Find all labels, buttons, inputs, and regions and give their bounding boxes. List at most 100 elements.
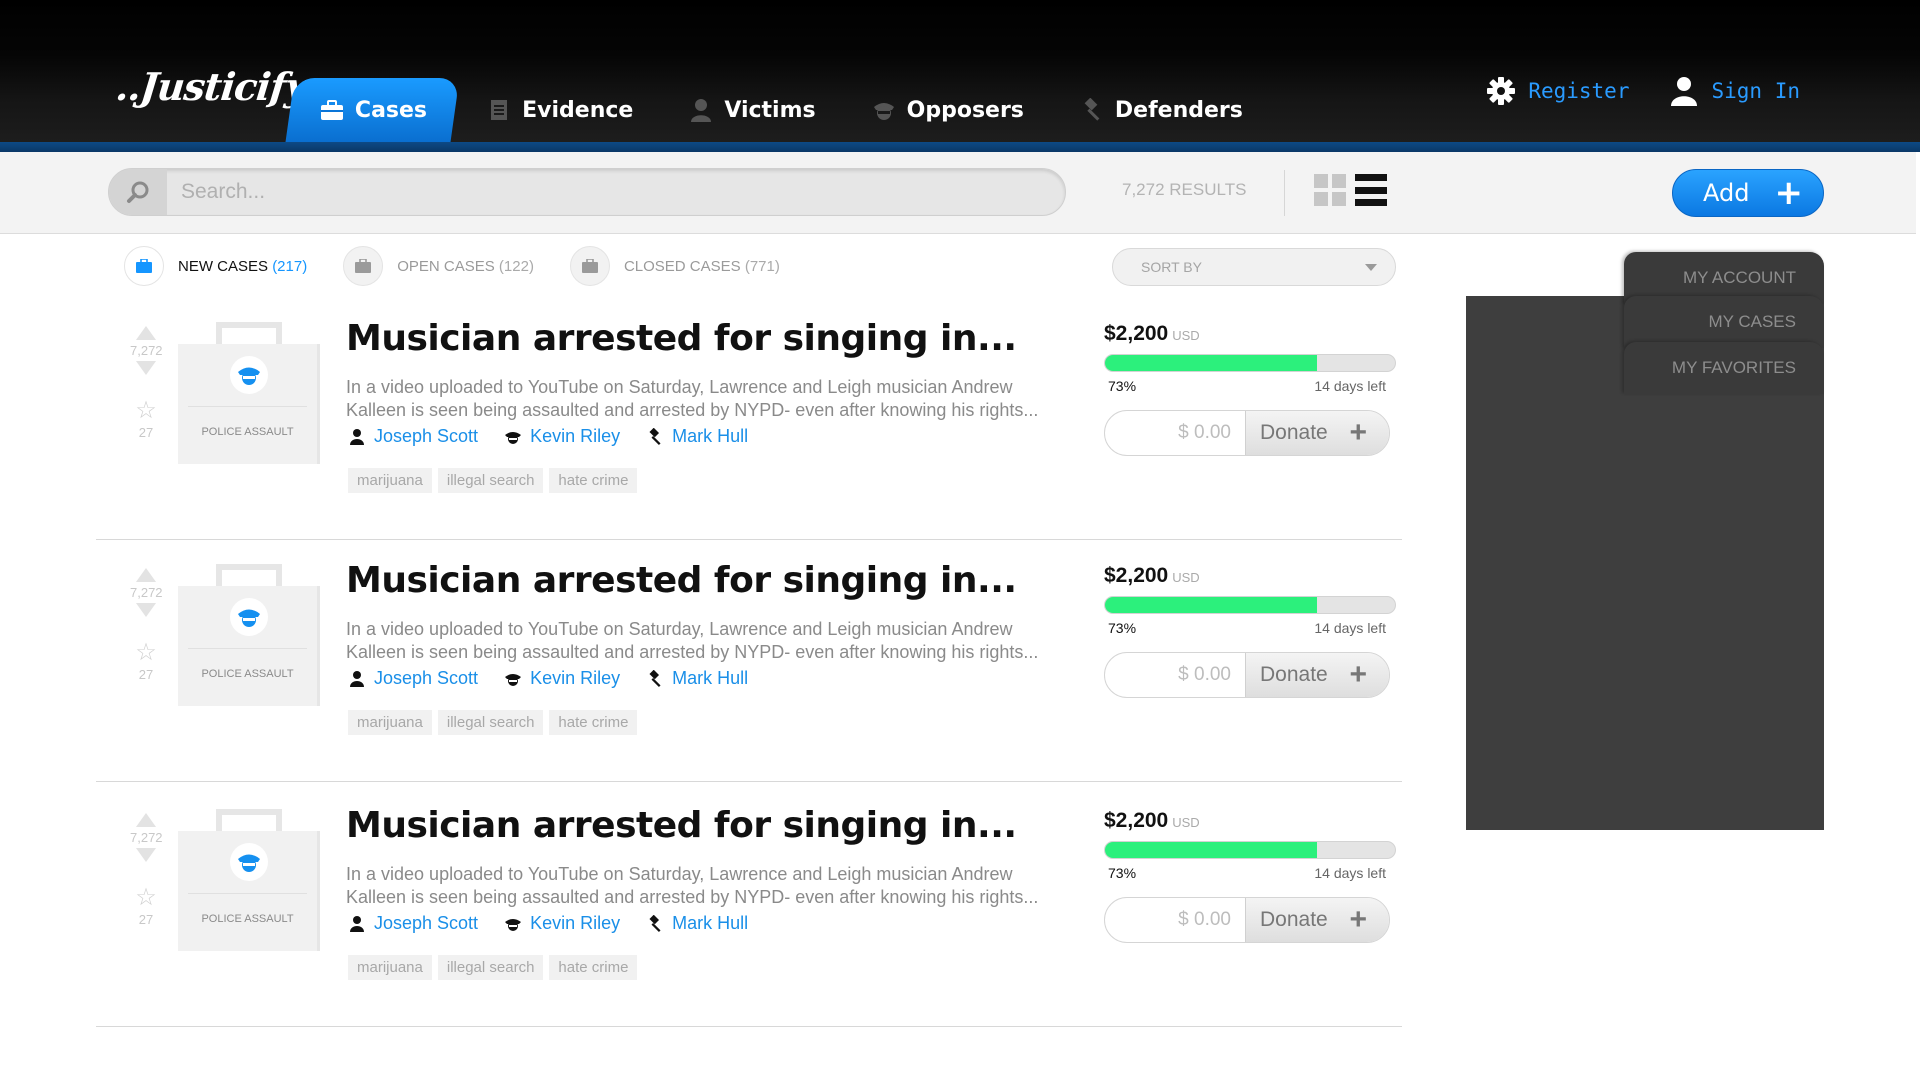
add-button[interactable]: Add +: [1672, 169, 1824, 217]
police-icon: [230, 356, 268, 394]
case-thumbnail[interactable]: POLICE ASSAULT: [178, 322, 320, 464]
nav-tab-opposers[interactable]: Opposers: [844, 78, 1052, 142]
progress-percent: 73%: [1108, 378, 1137, 394]
tag[interactable]: marijuana: [348, 955, 432, 980]
tag[interactable]: hate crime: [549, 710, 638, 735]
nav-tab-label: Opposers: [906, 97, 1024, 123]
defender-link[interactable]: Mark Hull: [646, 668, 748, 689]
tab-my-cases[interactable]: MY CASES: [1624, 296, 1824, 348]
briefcase-icon: [343, 246, 384, 286]
defender-name: Mark Hull: [672, 913, 749, 933]
downvote-arrow-icon[interactable]: [136, 848, 156, 862]
donate-group: Donate +: [1104, 652, 1390, 698]
tag[interactable]: marijuana: [348, 710, 432, 735]
case-people: Joseph Scott Kevin Riley Mark Hull: [348, 426, 748, 447]
add-label: Add: [1703, 179, 1750, 207]
sign-in-link[interactable]: Sign In: [1669, 76, 1800, 106]
opposer-link[interactable]: Kevin Riley: [504, 426, 620, 447]
filter-label: CLOSED CASES: [623, 257, 741, 275]
nav-tab-victims[interactable]: Victims: [661, 78, 843, 142]
star-icon[interactable]: ☆: [130, 886, 162, 910]
tag[interactable]: illegal search: [437, 710, 544, 735]
panel-tab-label: MY FAVORITES: [1671, 358, 1796, 377]
donate-group: Donate +: [1104, 897, 1390, 943]
funding-amount: $2,200 USD: [1104, 564, 1398, 588]
tag[interactable]: marijuana: [348, 468, 432, 493]
star-icon[interactable]: ☆: [130, 641, 162, 665]
star-icon[interactable]: ☆: [130, 399, 162, 423]
case-title[interactable]: Musician arrested for singing in...: [346, 805, 1017, 846]
police-icon: [504, 670, 522, 688]
case-tags: marijuana illegal search hate crime: [348, 710, 638, 735]
sort-label: SORT BY: [1141, 259, 1202, 275]
list-view-icon[interactable]: [1355, 174, 1387, 206]
filter-open-cases[interactable]: OPEN CASES (122): [343, 246, 534, 286]
opposer-name: Kevin Riley: [530, 426, 621, 446]
thumbnail-body: POLICE ASSAULT: [178, 344, 320, 464]
nav-tab-cases[interactable]: Cases: [285, 78, 460, 142]
progress-info: 73% 14 days left: [1104, 865, 1398, 881]
tag[interactable]: hate crime: [549, 955, 638, 980]
nav-tab-defenders[interactable]: Defenders: [1052, 78, 1271, 142]
upvote-arrow-icon[interactable]: [136, 813, 156, 827]
donate-button[interactable]: Donate +: [1245, 898, 1389, 942]
police-icon: [230, 598, 268, 636]
downvote-arrow-icon[interactable]: [136, 603, 156, 617]
days-left: 14 days left: [1314, 865, 1386, 881]
briefcase-icon: [320, 98, 344, 122]
gavel-icon: [1080, 98, 1104, 122]
victim-link[interactable]: Joseph Scott: [348, 668, 478, 689]
donate-button[interactable]: Donate +: [1245, 411, 1389, 455]
tag[interactable]: illegal search: [437, 468, 544, 493]
donation-amount-input[interactable]: [1105, 898, 1245, 942]
case-thumbnail[interactable]: POLICE ASSAULT: [178, 564, 320, 706]
amount-value: $2,200: [1104, 809, 1169, 832]
register-label: Register: [1528, 79, 1630, 103]
opposer-link[interactable]: Kevin Riley: [504, 668, 620, 689]
donate-button[interactable]: Donate +: [1245, 653, 1389, 697]
search-icon[interactable]: [109, 169, 167, 215]
donate-group: Donate +: [1104, 410, 1390, 456]
defender-link[interactable]: Mark Hull: [646, 913, 748, 934]
downvote-arrow-icon[interactable]: [136, 361, 156, 375]
search-input[interactable]: [167, 169, 1065, 215]
progress-info: 73% 14 days left: [1104, 378, 1398, 394]
tag[interactable]: hate crime: [549, 468, 638, 493]
document-icon: [487, 98, 511, 122]
briefcase-icon: [569, 246, 610, 286]
filter-new-cases[interactable]: NEW CASES (217): [124, 246, 307, 286]
nav-tab-evidence[interactable]: Evidence: [459, 78, 661, 142]
gavel-icon: [646, 914, 664, 933]
progress-fill: [1105, 355, 1317, 371]
grid-view-icon[interactable]: [1314, 174, 1346, 206]
divider: [188, 648, 307, 649]
case-thumbnail[interactable]: POLICE ASSAULT: [178, 809, 320, 951]
sort-by-dropdown[interactable]: SORT BY: [1112, 248, 1396, 286]
plus-icon: +: [1349, 658, 1367, 691]
upvote-arrow-icon[interactable]: [136, 568, 156, 582]
case-title[interactable]: Musician arrested for singing in...: [346, 560, 1017, 601]
currency: USD: [1172, 328, 1200, 343]
case-filters: NEW CASES (217) OPEN CASES (122) CLOSED …: [124, 246, 780, 286]
opposer-link[interactable]: Kevin Riley: [504, 913, 620, 934]
briefcase-icon: [124, 246, 164, 286]
vote-widget: 7,272 ☆ 27: [130, 813, 163, 927]
register-link[interactable]: Register: [1486, 76, 1629, 106]
donation-amount-input[interactable]: [1105, 653, 1245, 697]
tab-my-favorites[interactable]: MY FAVORITES: [1624, 342, 1824, 394]
victim-link[interactable]: Joseph Scott: [348, 426, 478, 447]
progress-fill: [1105, 842, 1317, 858]
case-category: POLICE ASSAULT: [201, 426, 294, 438]
case-people: Joseph Scott Kevin Riley Mark Hull: [348, 913, 748, 934]
case-category: POLICE ASSAULT: [201, 668, 294, 680]
tag[interactable]: illegal search: [437, 955, 544, 980]
upvote-arrow-icon[interactable]: [136, 326, 156, 340]
donation-amount-input[interactable]: [1105, 411, 1245, 455]
favorite-count: 27: [138, 667, 154, 682]
funding-widget: $2,200USD 73% 14 days left Donate +: [1104, 809, 1398, 943]
filter-count: (217): [272, 257, 308, 275]
victim-link[interactable]: Joseph Scott: [348, 913, 478, 934]
filter-closed-cases[interactable]: CLOSED CASES (771): [569, 246, 780, 286]
case-title[interactable]: Musician arrested for singing in...: [346, 318, 1017, 359]
defender-link[interactable]: Mark Hull: [646, 426, 748, 447]
